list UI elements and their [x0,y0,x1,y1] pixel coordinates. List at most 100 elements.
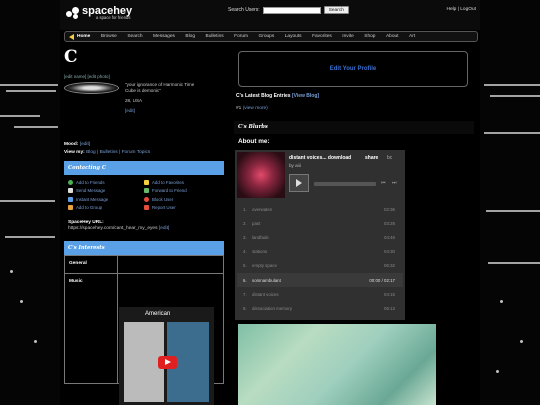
track-time: 03:28 [384,220,395,226]
bg-dot [496,370,499,373]
mood-edit-link[interactable]: [edit] [80,142,90,147]
bg-dot [520,340,523,343]
bandcamp-logo[interactable]: bc [387,155,392,161]
track-row[interactable]: 1. overwaten 02:36 [237,202,403,216]
track-name: somnambulant [252,277,281,283]
forward-friend-button[interactable]: Forward to Friend [144,188,220,194]
report-user-button[interactable]: Report User [144,205,220,211]
track-number: 8. [243,305,247,311]
nav-shop[interactable]: Shop [364,34,375,39]
logo[interactable]: spacehey a space for friends [66,6,132,20]
track-name: landfade [252,234,269,240]
interest-label-general: General [65,256,118,274]
bg-streak [0,84,58,86]
site-header: spacehey a space for friends Search User… [60,0,480,30]
profile-info: "your ignorance of Harmonic Time Cube is… [64,82,224,114]
help-logout-links[interactable]: Help | LogOut [446,7,476,12]
track-name: stations [252,249,268,255]
nav-forum[interactable]: Forum [234,34,248,39]
track-row[interactable]: 8. dissociation memory 06:13 [237,301,403,315]
album-artist[interactable]: by aiii [289,163,301,168]
album-title[interactable]: distant voices... download [289,155,351,161]
bg-streak [5,236,55,238]
add-favorites-button[interactable]: Add to Favorites [144,180,220,185]
track-name: past [252,220,261,226]
track-number: 7. [243,291,247,297]
nav-favorites[interactable]: Favorites [312,34,332,39]
send-message-button[interactable]: Send Message [68,188,144,194]
track-row[interactable]: 2. past 03:28 [237,216,403,230]
nav-home[interactable]: Home [77,34,90,39]
nav-layouts[interactable]: Layouts [285,34,302,39]
add-friend-icon [68,180,73,185]
interest-row: General [65,255,223,274]
youtube-embed[interactable]: American [119,307,214,405]
search-button[interactable]: Search [323,6,349,14]
blog-view-more-link[interactable]: (view more) [243,106,268,111]
search-input[interactable] [262,6,321,14]
bg-streak [486,210,540,212]
contact-actions: Add to Friends Add to Favorites Send Mes… [64,175,224,213]
group-icon [68,205,73,211]
url-value[interactable]: https://spacehey.com/cant_hear_my_eyes [68,226,158,231]
track-row[interactable]: 3. landfade 04:46 [237,230,403,244]
view-my-links[interactable]: Blog | Bulletins | Forum Topics [86,150,150,155]
profile-quote: "your ignorance of Harmonic Time Cube is… [125,82,195,93]
logo-icon [66,6,80,20]
about-me-image [238,324,436,405]
track-name: distant voices [252,291,279,297]
bg-streak [490,95,540,97]
main-nav: Home Browse Search Messages Blog Bulleti… [64,31,478,42]
nav-about[interactable]: About [386,34,399,39]
nav-messages[interactable]: Messages [153,34,175,39]
track-number: 4. [243,249,247,255]
blog-title-text: C's Latest Blog Entries [236,93,291,99]
send-message-label: Send Message [76,188,106,194]
track-row[interactable]: 7. distant voices 04:15 [237,287,403,301]
bg-streak [488,262,540,264]
nav-groups[interactable]: Groups [259,34,275,39]
search-label: Search Users: [228,7,260,13]
nav-bulletins[interactable]: Bulletins [206,34,224,39]
track-time: 00:00 / 02:17 [369,277,395,283]
add-group-label: Add to Group [76,205,103,211]
nav-search[interactable]: Search [127,34,142,39]
blog-section-title: C's Latest Blog Entries [View Blog] [236,93,319,99]
nav-browse[interactable]: Browse [101,34,117,39]
view-my-row: View my: Blog | Bulletins | Forum Topics [64,150,224,155]
track-row[interactable]: 5. empty space 06:32 [237,259,403,273]
nav-blog[interactable]: Blog [185,34,195,39]
track-name: dissociation memory [252,305,293,311]
bg-streak [484,132,540,134]
add-group-button[interactable]: Add to Group [68,205,144,211]
bg-streak [484,84,540,86]
block-user-button[interactable]: Block User [144,196,220,202]
share-button[interactable]: share [365,155,378,161]
nav-invite[interactable]: Invite [342,34,353,39]
track-row[interactable]: 4. stations 04:30 [237,245,403,259]
bandcamp-player: distant voices... download share bc by a… [235,150,405,320]
add-friend-label: Add to Friends [76,180,105,185]
track-row-current[interactable]: 6. somnambulant 00:00 / 02:17 [237,272,403,288]
logo-subtitle: a space for friends [96,15,131,20]
view-blog-link[interactable]: [View Blog] [292,93,319,99]
block-user-label: Block User [152,196,174,202]
edit-details-link[interactable]: [edit] [125,108,205,114]
avatar[interactable] [64,82,119,94]
edit-profile-button[interactable]: Edit Your Profile [238,51,468,87]
nav-art[interactable]: Art [409,34,415,39]
instant-message-button[interactable]: Instant Message [68,196,144,202]
search-area: Search Users: Search [228,6,349,14]
bg-dot [34,340,37,343]
album-art[interactable] [237,152,285,198]
report-icon [144,205,149,211]
block-icon [144,196,149,202]
progress-bar[interactable] [314,182,376,186]
prev-track-icon[interactable]: ⏮ [381,180,386,186]
edit-name-photo-links[interactable]: [edit name] [edit photo] [64,74,224,79]
instant-message-label: Instant Message [76,196,109,202]
next-track-icon[interactable]: ⏭ [392,180,397,186]
interest-value [118,256,223,273]
add-friend-button[interactable]: Add to Friends [68,180,144,185]
url-edit-link[interactable]: [edit] [159,226,169,231]
